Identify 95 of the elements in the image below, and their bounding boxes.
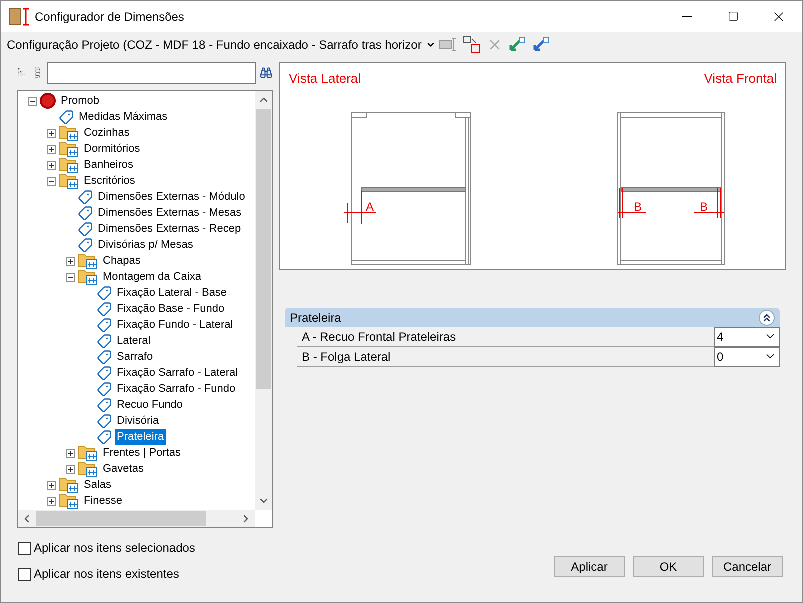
tree-item[interactable]: Dimensões Externas - Recep [96,221,244,237]
folder-icon [59,141,79,157]
collapse-icon[interactable] [28,96,37,106]
collapse-icon[interactable] [759,310,775,326]
tree-item[interactable]: Chapas [101,253,143,269]
tree-item[interactable]: Finesse [82,493,125,509]
expand-icon[interactable] [47,480,56,490]
folder-icon [78,269,98,285]
property-label: A - Recuo Frontal Prateleiras [301,328,456,346]
caret-icon [426,40,436,50]
tag-icon [97,398,112,412]
dialog-button[interactable]: OK [633,556,704,577]
tree-item[interactable]: Banheiros [82,157,136,173]
value-dropdown[interactable]: 4 [714,326,780,346]
app-icon [9,8,31,26]
expand-icon[interactable] [66,256,75,266]
search-field[interactable] [47,62,256,84]
export-icon[interactable] [533,37,551,53]
tree-item[interactable]: Fixação Sarrafo - Fundo [115,381,238,397]
tree-item[interactable]: Lateral [115,333,153,349]
front-view-drawing: B B [618,112,726,266]
expand-icon[interactable] [66,448,75,458]
side-view-drawing: A [344,112,472,266]
tag-icon [78,222,93,236]
tag-icon [97,414,112,428]
horizontal-scrollbar[interactable] [18,510,255,527]
tag-icon [97,430,112,444]
tree-item[interactable]: Gavetas [101,461,146,477]
checkbox[interactable] [18,568,31,580]
config-dropdown[interactable]: Configuração Projeto (COZ - MDF 18 - Fundo encaixado - Sarrafo tras horizor [7,36,433,54]
tag-icon [78,206,93,220]
tag-icon [78,190,93,204]
expand-icon[interactable] [47,144,56,154]
tree-item[interactable]: Fixação Lateral - Base [115,285,230,301]
tree-item[interactable]: Divisória [115,413,162,429]
copy-icon[interactable] [463,36,481,54]
folder-icon [59,125,79,141]
tree-item[interactable]: Escritórios [82,173,138,189]
folder-icon [78,461,98,477]
tree-item[interactable]: Prateleira [115,429,166,445]
checkbox-label: Aplicar nos itens existentes [34,566,180,583]
tree-item[interactable]: Montagem da Caixa [101,269,204,285]
minimize-icon [682,16,692,17]
folder-icon [78,445,98,461]
logo-icon [40,93,56,109]
folder-icon [59,477,79,493]
tree-item[interactable]: Cozinhas [82,125,132,141]
import-icon[interactable] [509,37,527,53]
tag-icon [78,238,93,252]
tree-item[interactable]: Dormitórios [82,141,142,157]
tree-item[interactable]: Recuo Fundo [115,397,186,413]
collapse-icon[interactable] [66,272,75,282]
tree-item[interactable]: Medidas Máximas [77,109,170,125]
tree-item[interactable]: Dimensões Externas - Módulo [96,189,248,205]
tree-item[interactable]: Promob [59,93,102,109]
expand-icon[interactable] [66,464,75,474]
folder-icon [59,493,79,509]
dialog-button[interactable]: Cancelar [712,556,783,577]
section-header[interactable]: Prateleira [285,308,780,327]
scroll-thumb[interactable] [36,511,206,526]
tag-icon [97,318,112,332]
tree-item[interactable]: Frentes | Portas [101,445,184,461]
dialog-button[interactable]: Aplicar [554,556,625,577]
tag-icon [97,366,112,380]
tree-item[interactable]: Fixação Sarrafo - Lateral [115,365,240,381]
tag-icon [59,110,74,124]
collapse-icon[interactable] [47,176,56,186]
tree-item[interactable]: Fixação Base - Fundo [115,301,227,317]
tree-item[interactable]: Sarrafo [115,349,156,365]
tag-icon [97,302,112,316]
expand-icon[interactable] [47,160,56,170]
tag-icon [97,286,112,300]
tree-item[interactable]: Fixação Fundo - Lateral [115,317,236,333]
tree-item[interactable]: Salas [82,477,114,493]
folder-icon [78,253,98,269]
property-label: B - Folga Lateral [301,348,391,366]
view-title: Vista Frontal [704,70,777,88]
folder-icon [59,157,79,173]
checkbox-label: Aplicar nos itens selecionados [34,540,196,557]
expand-icon[interactable] [47,128,56,138]
tag-icon [97,382,112,396]
vertical-scrollbar[interactable] [255,91,272,510]
value-dropdown[interactable]: 0 [714,346,780,366]
tree-item[interactable]: Divisórias p/ Mesas [96,237,196,253]
checkbox[interactable] [18,542,31,554]
view-title: Vista Lateral [289,70,362,88]
maximize-icon [728,11,738,22]
section-title: Prateleira [290,310,342,326]
tag-icon [97,334,112,348]
window-title: Configurador de Dimensões [35,8,184,26]
scroll-thumb[interactable] [256,109,271,389]
tree-item[interactable]: Dimensões Externas - Mesas [96,205,244,221]
expand-icon[interactable] [47,496,56,506]
folder-icon [59,173,79,189]
tag-icon [97,350,112,364]
